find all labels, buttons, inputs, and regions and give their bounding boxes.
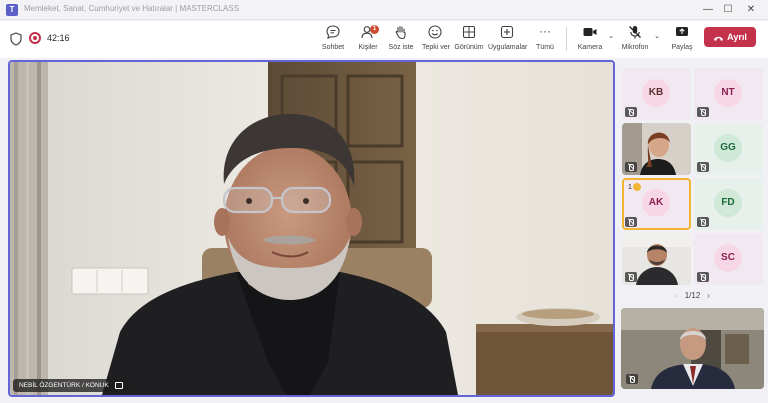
shield-icon[interactable] — [10, 32, 22, 46]
raise-hand-label: Söz iste — [388, 44, 414, 51]
muted-mic-icon — [625, 162, 637, 172]
hand-icon — [395, 25, 406, 40]
participant-tile-kb[interactable]: KB — [622, 68, 691, 120]
title-bar: T Memleket, Sanat, Cumhuriyet ve Hatıral… — [0, 0, 768, 20]
view-button[interactable]: Görünüm — [454, 24, 484, 51]
maximize-button[interactable]: ☐ — [720, 2, 736, 18]
meeting-toolbar: 42:16 Sohbet 1 Kişiler Söz iste Tepki ve… — [0, 21, 768, 58]
participant-tile-ak[interactable]: 1 AK — [622, 178, 691, 230]
muted-mic-icon — [697, 162, 709, 172]
share-label: Paylaş — [671, 44, 693, 51]
recording-icon — [29, 32, 41, 44]
phone-hangup-icon — [714, 36, 724, 41]
camera-label: Kamera — [577, 44, 603, 51]
people-count-badge: 1 — [370, 25, 379, 34]
participant-tile-nt[interactable]: NT — [694, 68, 763, 120]
view-label: Görünüm — [454, 44, 484, 51]
chat-icon — [326, 25, 340, 39]
leave-label: Ayrıl — [727, 32, 747, 42]
muted-mic-icon — [697, 217, 709, 227]
react-label: Tepki ver — [422, 44, 451, 51]
muted-mic-icon — [625, 217, 637, 227]
pinned-participant-video[interactable] — [621, 308, 764, 389]
react-button[interactable]: Tepki ver — [422, 24, 451, 51]
participant-avatar: GG — [714, 134, 742, 162]
main-speaker-video[interactable]: NEBİL ÖZGENTÜRK / KONUK — [8, 60, 615, 397]
mic-off-icon — [629, 26, 641, 39]
people-button[interactable]: 1 Kişiler — [356, 24, 380, 51]
participant-tile-gg[interactable]: GG — [694, 123, 763, 175]
mic-button[interactable]: Mikrofon — [620, 24, 650, 51]
leave-button[interactable]: Ayrıl — [704, 27, 756, 47]
muted-mic-icon — [625, 272, 637, 282]
raised-hand-icon — [632, 183, 641, 191]
apps-icon — [500, 25, 514, 39]
speaker-name: NEBİL ÖZGENTÜRK / KONUK — [19, 382, 109, 389]
camera-button[interactable]: Kamera — [576, 24, 604, 51]
participant-avatar: NT — [714, 79, 742, 107]
screen-share-indicator-icon — [114, 381, 123, 389]
participant-avatar: AK — [642, 189, 670, 217]
participant-tile-fd[interactable]: FD — [694, 178, 763, 230]
next-page-button[interactable]: › — [703, 291, 715, 300]
share-button[interactable]: Paylaş — [668, 24, 696, 51]
window-title: Memleket, Sanat, Cumhuriyet ve Hatıralar… — [24, 4, 240, 13]
minimize-button[interactable]: — — [700, 2, 716, 18]
participant-avatar: FD — [714, 189, 742, 217]
meeting-timer: 42:16 — [47, 33, 70, 43]
chat-label: Sohbet — [321, 44, 345, 51]
apps-button[interactable]: Uygulamalar — [488, 24, 528, 51]
people-label: Kişiler — [358, 44, 378, 51]
grid-icon — [462, 25, 476, 39]
chat-button[interactable]: Sohbet — [320, 24, 346, 51]
muted-mic-icon — [697, 107, 709, 117]
pinned-video-frame — [621, 308, 764, 389]
participant-avatar: KB — [642, 79, 670, 107]
smile-icon — [428, 25, 442, 39]
mic-options-chevron-icon[interactable]: ⌄ — [653, 33, 661, 41]
participant-tile-sc[interactable]: SC — [694, 233, 763, 285]
muted-mic-icon — [697, 272, 709, 282]
gallery-pager: ‹ 1/12 › — [621, 291, 764, 303]
participant-tile-video-1[interactable] — [622, 123, 691, 175]
toolbar-divider — [566, 27, 567, 51]
muted-mic-icon — [626, 374, 638, 384]
camera-icon — [583, 28, 597, 36]
raise-hand-button[interactable]: Söz iste — [388, 24, 414, 51]
more-label: Tümü — [536, 44, 554, 51]
apps-label: Uygulamalar — [488, 44, 528, 51]
more-icon: ··· — [539, 24, 551, 38]
close-window-button[interactable]: ✕ — [743, 2, 759, 18]
raise-order-number: 1 — [628, 183, 632, 191]
speaker-video-frame — [10, 62, 613, 395]
mic-label: Mikrofon — [621, 44, 649, 51]
participant-avatar: SC — [714, 244, 742, 272]
speaker-name-tag: NEBİL ÖZGENTÜRK / KONUK — [13, 379, 129, 392]
camera-options-chevron-icon[interactable]: ⌄ — [607, 33, 615, 41]
previous-page-button[interactable]: ‹ — [670, 291, 682, 300]
page-indicator: 1/12 — [684, 291, 701, 300]
more-button[interactable]: ··· Tümü — [534, 24, 556, 51]
muted-mic-icon — [625, 107, 637, 117]
share-icon — [676, 27, 688, 36]
raised-hand-indicator: 1 — [628, 183, 641, 191]
teams-logo-icon: T — [6, 4, 18, 16]
participant-tile-video-2[interactable] — [622, 233, 691, 285]
